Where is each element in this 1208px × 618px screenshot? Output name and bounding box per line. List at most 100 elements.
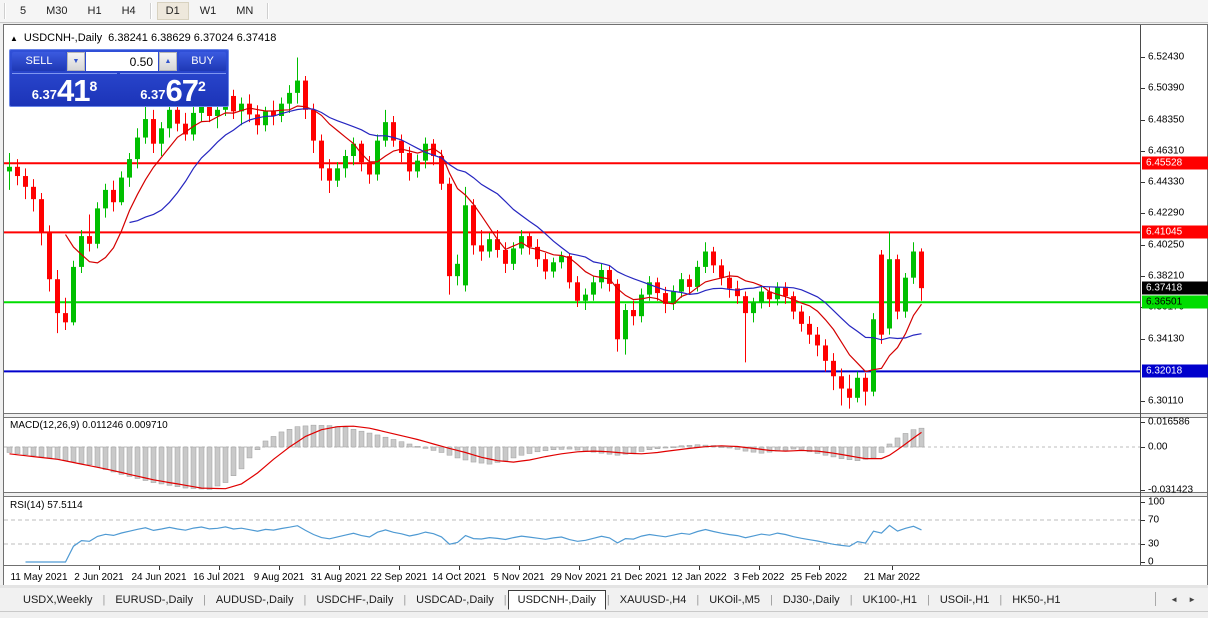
date-tick <box>459 566 460 570</box>
chart-tab-hk50[interactable]: HK50-,H1 <box>1003 591 1069 609</box>
rsi-tick <box>1141 544 1145 545</box>
timeframe-button-5[interactable]: 5 <box>11 2 35 20</box>
price-level-label: 6.32018 <box>1142 365 1208 378</box>
price-level-label: 6.36501 <box>1142 296 1208 309</box>
macd-tick <box>1141 447 1145 448</box>
date-tick-label: 9 Aug 2021 <box>254 572 305 583</box>
buy-button[interactable]: BUY <box>179 52 226 71</box>
chart-tab-usdchf[interactable]: USDCHF-,Daily <box>307 591 402 609</box>
price-tick <box>1141 339 1145 340</box>
chart-window: ▲ USDCNH-,Daily 6.38241 6.38629 6.37024 … <box>3 24 1208 586</box>
collapse-chart-icon[interactable]: ▲ <box>10 34 18 43</box>
price-tick-label: 6.40250 <box>1148 239 1184 250</box>
sell-price[interactable]: 6.37418 <box>12 73 117 106</box>
chart-tab-usoil[interactable]: USOil-,H1 <box>931 591 999 609</box>
rsi-tick-label: 100 <box>1148 497 1165 508</box>
date-tick <box>759 566 760 570</box>
price-tick-label: 6.50390 <box>1148 83 1184 94</box>
price-tick <box>1141 276 1145 277</box>
tab-arrows-divider <box>1155 592 1156 606</box>
date-tick <box>699 566 700 570</box>
price-tick <box>1141 307 1145 308</box>
price-tick <box>1141 245 1145 246</box>
date-tick <box>279 566 280 570</box>
timeframe-button-d1[interactable]: D1 <box>157 2 189 20</box>
price-tick <box>1141 88 1145 89</box>
sell-price-prefix: 6.37 <box>32 85 57 105</box>
sell-price-main: 41 <box>57 76 89 105</box>
volume-increase-icon[interactable]: ▲ <box>159 52 177 71</box>
date-tick-label: 14 Oct 2021 <box>432 572 486 583</box>
tab-scroll-arrows: ◄ ► <box>1155 592 1196 606</box>
macd-tick <box>1141 490 1145 491</box>
chart-title: ▲ USDCNH-,Daily 6.38241 6.38629 6.37024 … <box>10 31 276 45</box>
price-tick-label: 6.36170 <box>1148 302 1184 313</box>
buy-price-prefix: 6.37 <box>140 85 165 105</box>
volume-input[interactable] <box>86 52 158 71</box>
chart-tab-usdcnh[interactable]: USDCNH-,Daily <box>508 590 606 610</box>
tabs-scroll-right-icon[interactable]: ► <box>1188 595 1196 604</box>
buy-price-main: 67 <box>166 76 198 105</box>
sell-button[interactable]: SELL <box>12 52 66 71</box>
price-level-label: 6.41045 <box>1142 226 1208 239</box>
macd-tick-label: 0.00 <box>1148 442 1167 453</box>
rsi-tick-label: 30 <box>1148 539 1159 550</box>
chart-title-symbol: USDCNH-,Daily <box>24 32 102 44</box>
sell-price-pip: 8 <box>90 78 98 94</box>
price-tick-label: 6.34130 <box>1148 333 1184 344</box>
chart-tab-usdcad[interactable]: USDCAD-,Daily <box>407 591 503 609</box>
rsi-indicator-label: RSI(14) 57.5114 <box>10 500 83 511</box>
date-tick-label: 22 Sep 2021 <box>371 572 428 583</box>
price-level-label: 6.37418 <box>1142 282 1208 295</box>
price-tick-label: 6.44330 <box>1148 176 1184 187</box>
timeframe-button-m30[interactable]: M30 <box>37 2 76 20</box>
price-level-label: 6.45528 <box>1142 157 1208 170</box>
pane-splitter-macd[interactable] <box>4 413 1207 418</box>
chart-tab-xauusd[interactable]: XAUUSD-,H4 <box>611 591 696 609</box>
date-axis: 11 May 20212 Jun 202124 Jun 202116 Jul 2… <box>4 565 1207 585</box>
date-tick <box>99 566 100 570</box>
chart-tab-eurusd[interactable]: EURUSD-,Daily <box>106 591 202 609</box>
timeframe-button-mn[interactable]: MN <box>227 2 262 20</box>
date-tick <box>579 566 580 570</box>
rsi-tick <box>1141 502 1145 503</box>
chart-tab-dj30[interactable]: DJ30-,Daily <box>774 591 849 609</box>
timeframe-button-h4[interactable]: H4 <box>113 2 145 20</box>
chart-tab-audusd[interactable]: AUDUSD-,Daily <box>207 591 303 609</box>
date-tick-label: 21 Dec 2021 <box>611 572 668 583</box>
date-tick <box>639 566 640 570</box>
timeframe-button-w1[interactable]: W1 <box>191 2 226 20</box>
price-tick-label: 6.52430 <box>1148 52 1184 63</box>
buy-price[interactable]: 6.37672 <box>120 73 226 106</box>
date-tick-label: 3 Feb 2022 <box>734 572 785 583</box>
date-tick <box>39 566 40 570</box>
date-tick <box>219 566 220 570</box>
date-tick-label: 2 Jun 2021 <box>74 572 124 583</box>
chart-tab-ukoil[interactable]: UKOil-,M5 <box>700 591 769 609</box>
chart-tab-uk100[interactable]: UK100-,H1 <box>854 591 926 609</box>
tabs-scroll-left-icon[interactable]: ◄ <box>1170 595 1178 604</box>
timeframe-toolbar: 5M30H1H4 D1W1MN <box>0 0 1208 23</box>
price-tick-label: 6.48350 <box>1148 114 1184 125</box>
buy-price-pip: 2 <box>198 78 206 94</box>
volume-decrease-icon[interactable]: ▼ <box>67 52 85 71</box>
rsi-tick-label: 70 <box>1148 515 1159 526</box>
pane-splitter-rsi[interactable] <box>4 492 1207 497</box>
date-tick-label: 25 Feb 2022 <box>791 572 847 583</box>
chart-tab-usdx[interactable]: USDX,Weekly <box>14 591 101 609</box>
price-tick <box>1141 401 1145 402</box>
date-tick <box>399 566 400 570</box>
price-tick <box>1141 120 1145 121</box>
price-tick-label: 6.38210 <box>1148 270 1184 281</box>
macd-tick <box>1141 422 1145 423</box>
one-click-trade-panel: SELL ▼ ▲ BUY 6.37418 6.37672 <box>9 49 229 107</box>
date-tick-label: 31 Aug 2021 <box>311 572 367 583</box>
price-tick-label: 6.46310 <box>1148 146 1184 157</box>
date-tick <box>339 566 340 570</box>
price-axis-border <box>1140 25 1141 565</box>
price-tick <box>1141 213 1145 214</box>
price-tick <box>1141 182 1145 183</box>
rsi-tick <box>1141 520 1145 521</box>
timeframe-button-h1[interactable]: H1 <box>79 2 111 20</box>
price-tick-label: 6.30110 <box>1148 395 1183 406</box>
